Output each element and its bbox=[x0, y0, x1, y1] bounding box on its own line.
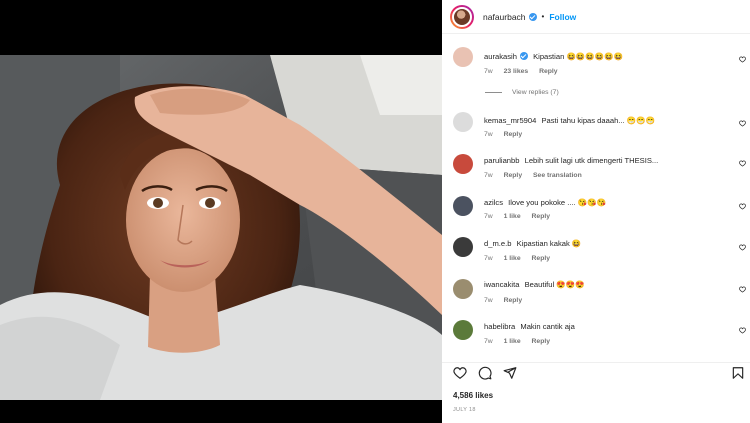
comment-time: 7w bbox=[484, 131, 493, 138]
post-date: JULY 18 bbox=[453, 407, 476, 413]
reply-button[interactable]: Reply bbox=[504, 297, 523, 304]
comment-body: Makin cantik aja bbox=[520, 322, 575, 331]
author-username-text: nafaurbach bbox=[483, 11, 526, 22]
comment-time: 7w bbox=[484, 68, 493, 75]
reply-button[interactable]: Reply bbox=[504, 172, 523, 179]
comment-like-icon[interactable] bbox=[739, 160, 746, 167]
replies-divider bbox=[485, 92, 502, 93]
commenter-avatar[interactable] bbox=[453, 237, 473, 257]
comment-body: Kipastian bbox=[533, 52, 565, 61]
post-photo[interactable] bbox=[0, 55, 442, 400]
comment-emoji: 😍😍😍 bbox=[556, 280, 585, 289]
comment-meta: 7w Reply See translation bbox=[484, 172, 591, 179]
verified-badge-icon bbox=[528, 12, 537, 21]
commenter-username[interactable]: azilcs bbox=[484, 198, 503, 207]
commenter-avatar[interactable] bbox=[453, 320, 473, 340]
comment-meta: 7w 1 like Reply bbox=[484, 338, 559, 345]
comment-like-icon[interactable] bbox=[739, 120, 746, 127]
see-translation-button[interactable]: See translation bbox=[533, 172, 582, 179]
reply-button[interactable]: Reply bbox=[504, 131, 523, 138]
author-avatar[interactable] bbox=[450, 4, 474, 29]
comment-text: iwancakita Beautiful 😍😍😍 bbox=[484, 280, 585, 289]
author-avatar-image bbox=[452, 6, 472, 27]
comment-body: Beautiful bbox=[524, 280, 555, 289]
separator-dot: • bbox=[541, 12, 545, 21]
comment-time: 7w bbox=[484, 172, 493, 179]
comment-emoji: 😘😘😘 bbox=[577, 198, 607, 207]
commenter-avatar[interactable] bbox=[453, 279, 473, 299]
comment-like-icon[interactable] bbox=[739, 56, 746, 63]
comment-time: 7w bbox=[484, 213, 493, 220]
commenter-username[interactable]: habelibra bbox=[484, 322, 515, 331]
comment-likes[interactable]: 1 like bbox=[504, 213, 521, 220]
comment-like-icon[interactable] bbox=[739, 286, 746, 293]
comment-time: 7w bbox=[484, 255, 493, 262]
comment-likes[interactable]: 1 like bbox=[504, 255, 521, 262]
commenter-username[interactable]: parulianbb bbox=[484, 156, 519, 165]
post-photo-illustration bbox=[0, 55, 442, 400]
bookmark-icon[interactable] bbox=[731, 366, 745, 380]
heart-outline-icon[interactable] bbox=[453, 366, 467, 380]
comment-body: Lebih sulit lagi utk dimengerti THESIS..… bbox=[524, 156, 659, 165]
reply-button[interactable]: Reply bbox=[532, 213, 551, 220]
author-username[interactable]: nafaurbach bbox=[483, 12, 537, 22]
comment-body: Kipastian kakak bbox=[516, 239, 570, 248]
post-side-panel: nafaurbach • Follow aurakasih Kipastian … bbox=[442, 0, 750, 423]
comment-like-icon[interactable] bbox=[739, 203, 746, 210]
commenter-username[interactable]: kemas_mr5904 bbox=[484, 116, 536, 125]
post-likes-count[interactable]: 4,586 likes bbox=[453, 391, 493, 400]
comment-text: aurakasih Kipastian 😆😆😆😆😆😆 bbox=[484, 52, 623, 61]
comment-meta: 7w 23 likes Reply bbox=[484, 68, 567, 75]
instagram-post-modal: nafaurbach • Follow aurakasih Kipastian … bbox=[0, 0, 750, 423]
comment-text: azilcs Ilove you pokoke .... 😘😘😘 bbox=[484, 198, 606, 207]
comment-text: parulianbb Lebih sulit lagi utk dimenger… bbox=[484, 156, 658, 165]
reply-button[interactable]: Reply bbox=[532, 255, 551, 262]
comment-meta: 7w 1 like Reply bbox=[484, 213, 559, 220]
comment-emoji: 😁😁😁 bbox=[626, 116, 656, 125]
commenter-avatar[interactable] bbox=[453, 196, 473, 216]
comment-likes[interactable]: 1 like bbox=[504, 338, 521, 345]
comment-text: kemas_mr5904 Pasti tahu kipas daaah... 😁… bbox=[484, 116, 655, 125]
view-replies-button[interactable]: View replies (7) bbox=[485, 89, 559, 96]
comment-text: d_m.e.b Kipastian kakak 😆 bbox=[484, 239, 581, 248]
post-media-area bbox=[0, 0, 442, 423]
verified-badge-icon bbox=[519, 52, 528, 60]
commenter-avatar[interactable] bbox=[453, 47, 473, 67]
view-replies-text: View replies (7) bbox=[512, 89, 559, 96]
comment-meta: 7w Reply bbox=[484, 297, 531, 304]
post-actions-bar bbox=[442, 362, 750, 382]
commenter-avatar[interactable] bbox=[453, 112, 473, 132]
comment-body: Ilove you pokoke .... bbox=[508, 198, 576, 207]
commenter-username[interactable]: aurakasih bbox=[484, 52, 517, 61]
post-header: nafaurbach • Follow bbox=[442, 0, 750, 34]
comment-meta: 7w Reply bbox=[484, 131, 531, 138]
commenter-username[interactable]: d_m.e.b bbox=[484, 239, 511, 248]
follow-button[interactable]: Follow bbox=[549, 12, 576, 22]
commenter-username[interactable]: iwancakita bbox=[484, 280, 519, 289]
commenter-avatar[interactable] bbox=[453, 154, 473, 174]
comment-bubble-icon[interactable] bbox=[478, 366, 492, 380]
reply-button[interactable]: Reply bbox=[532, 338, 551, 345]
comment-like-icon[interactable] bbox=[739, 244, 746, 251]
paper-plane-icon[interactable] bbox=[503, 366, 517, 380]
comment-emoji: 😆 bbox=[571, 239, 582, 248]
comment-likes[interactable]: 23 likes bbox=[504, 68, 529, 75]
comment-meta: 7w 1 like Reply bbox=[484, 255, 559, 262]
comment-time: 7w bbox=[484, 297, 493, 304]
comment-like-icon[interactable] bbox=[739, 327, 746, 334]
comment-text: habelibra Makin cantik aja bbox=[484, 322, 575, 331]
reply-button[interactable]: Reply bbox=[539, 68, 558, 75]
comment-emoji: 😆😆😆😆😆😆 bbox=[566, 52, 624, 61]
comment-time: 7w bbox=[484, 338, 493, 345]
comment-body: Pasti tahu kipas daaah... bbox=[541, 116, 625, 125]
